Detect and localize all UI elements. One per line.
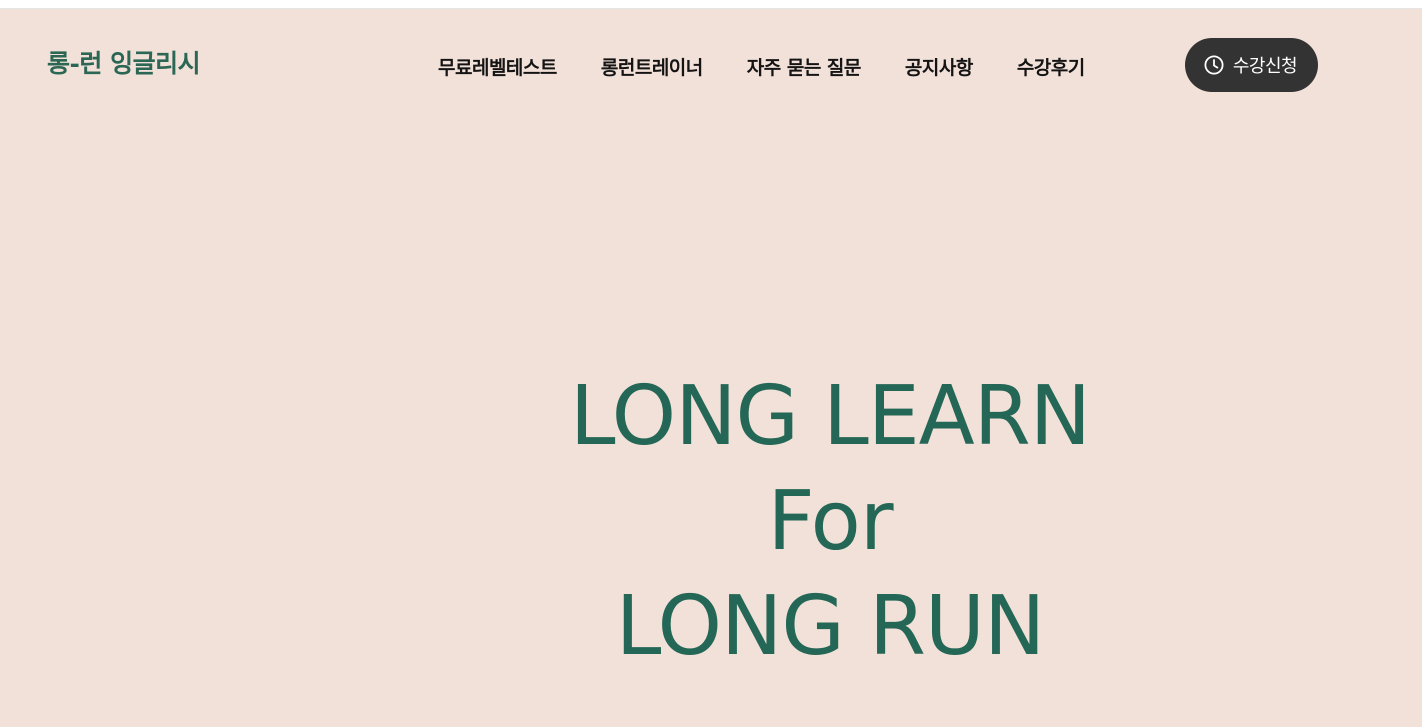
nav-item-faq[interactable]: 자주 묻는 질문 bbox=[747, 53, 862, 80]
nav-item-free-level-test[interactable]: 무료레벨테스트 bbox=[438, 53, 557, 80]
site-logo[interactable]: 롱-런 잉글리시 bbox=[47, 47, 201, 81]
page-background: 롱-런 잉글리시 무료레벨테스트 롱런트레이너 자주 묻는 질문 공지사항 수강… bbox=[0, 8, 1422, 727]
enroll-button-label: 수강신청 bbox=[1232, 56, 1298, 77]
clock-icon bbox=[1204, 55, 1224, 75]
hero-line-1: LONG LEARN bbox=[569, 369, 1091, 464]
nav-item-longrun-trainer[interactable]: 롱런트레이너 bbox=[601, 53, 703, 80]
nav-item-notices[interactable]: 공지사항 bbox=[905, 53, 973, 80]
main-nav: 무료레벨테스트 롱런트레이너 자주 묻는 질문 공지사항 수강후기 bbox=[438, 49, 1129, 83]
hero-line-2: For bbox=[767, 474, 893, 569]
nav-item-reviews[interactable]: 수강후기 bbox=[1017, 53, 1085, 80]
hero-line-3: LONG RUN bbox=[615, 579, 1046, 674]
enroll-button[interactable]: 수강신청 bbox=[1185, 38, 1318, 92]
